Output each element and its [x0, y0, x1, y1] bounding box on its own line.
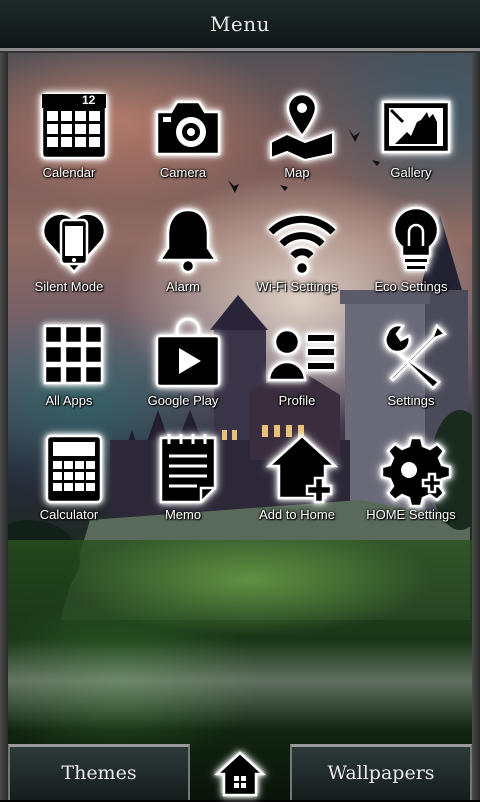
mist-band: [0, 640, 480, 730]
calculator-icon: [39, 434, 109, 504]
app-label: Eco Settings: [374, 279, 448, 294]
app-wifi-settings[interactable]: Wi-Fi Settings: [240, 206, 354, 314]
play-store-icon: [153, 317, 223, 390]
silent-mode-icon: [39, 206, 109, 276]
home-button[interactable]: [213, 750, 267, 798]
calendar-icon: [39, 92, 109, 162]
app-label: Google Play: [147, 393, 219, 408]
app-label: Profile: [278, 393, 316, 408]
app-label: Camera: [159, 165, 207, 180]
app-home-settings[interactable]: HOME Settings: [354, 434, 468, 542]
memo-icon: [153, 434, 223, 504]
home-icon: [213, 751, 267, 797]
app-alarm[interactable]: Alarm: [126, 206, 240, 314]
app-profile[interactable]: Profile: [240, 320, 354, 428]
map-icon: [267, 92, 337, 162]
app-label: Wi-Fi Settings: [256, 279, 338, 294]
app-all-apps[interactable]: All Apps: [12, 320, 126, 428]
page-title: Menu: [209, 12, 271, 36]
wallpapers-label: Wallpapers: [327, 762, 435, 784]
app-gallery[interactable]: Gallery: [354, 92, 468, 200]
bottom-bar: Themes Wallpapers: [0, 742, 480, 800]
camera-icon: [153, 92, 223, 162]
app-label: Add to Home: [259, 507, 335, 522]
wifi-icon: [267, 206, 337, 276]
app-label: Memo: [164, 507, 202, 522]
tools-icon: [381, 320, 451, 390]
app-calculator[interactable]: Calculator: [12, 434, 126, 542]
app-label: Silent Mode: [34, 279, 104, 294]
app-settings[interactable]: Settings: [354, 320, 468, 428]
app-label: Calendar: [42, 165, 96, 180]
calendar-badge: 12: [82, 93, 96, 107]
lightbulb-icon: [381, 206, 451, 276]
app-silent-mode[interactable]: Silent Mode: [12, 206, 126, 314]
app-memo[interactable]: Memo: [126, 434, 240, 542]
app-label: Map: [284, 165, 310, 180]
bell-icon: [153, 206, 223, 276]
app-add-to-home[interactable]: Add to Home: [240, 434, 354, 542]
app-google-play[interactable]: Google Play: [126, 317, 240, 428]
app-label: HOME Settings: [366, 507, 456, 522]
profile-icon: [267, 320, 337, 390]
app-calendar[interactable]: 12 Calendar: [12, 92, 126, 200]
gallery-icon: [381, 92, 451, 162]
app-camera[interactable]: Camera: [126, 92, 240, 200]
themes-label: Themes: [61, 762, 137, 784]
add-home-icon: [265, 434, 339, 504]
app-eco-settings[interactable]: Eco Settings: [354, 206, 468, 314]
app-label: Calculator: [39, 507, 99, 522]
grid-icon: [39, 320, 109, 390]
wallpapers-button[interactable]: Wallpapers: [290, 744, 472, 800]
gear-plus-icon: [380, 434, 452, 508]
app-label: Settings: [387, 393, 435, 408]
app-label: Alarm: [166, 279, 200, 294]
app-label: All Apps: [45, 393, 93, 408]
themes-button[interactable]: Themes: [8, 744, 190, 800]
app-map[interactable]: Map: [240, 92, 354, 200]
app-label: Gallery: [390, 165, 432, 180]
menu-header: Menu: [0, 0, 480, 51]
